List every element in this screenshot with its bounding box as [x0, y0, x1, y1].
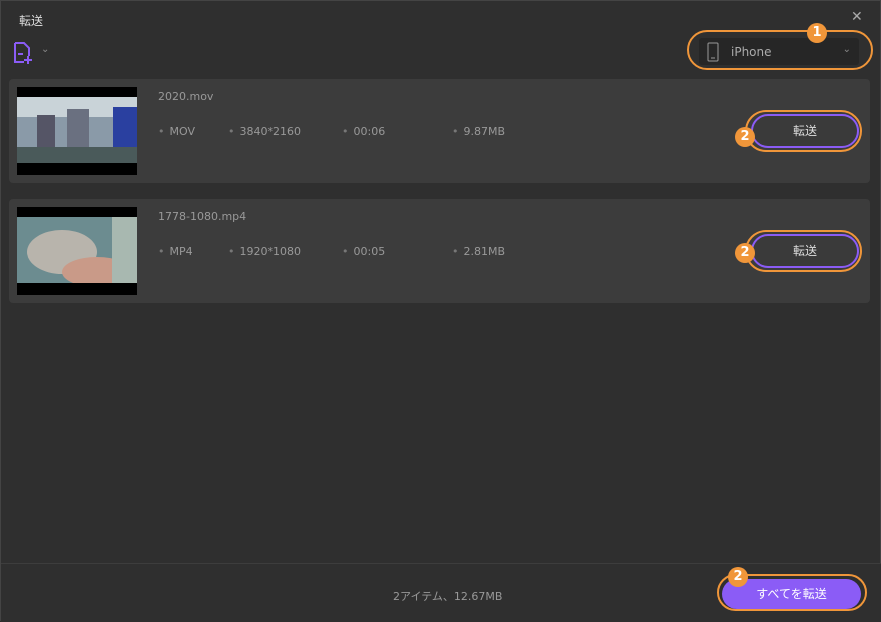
add-file-icon[interactable] — [12, 41, 34, 65]
file-resolution: 1920*1080 — [228, 245, 302, 258]
file-duration: 00:06 — [342, 125, 386, 138]
file-name: 1778-1080.mp4 — [158, 210, 247, 223]
transfer-dialog: 転送 ✕ ⌄ iPhone ⌄ 1 2020.mov MOV 3840*2160… — [0, 0, 881, 622]
file-duration: 00:05 — [342, 245, 386, 258]
summary-text: 2アイテム、12.67MB — [393, 590, 503, 603]
close-icon[interactable]: ✕ — [851, 9, 863, 25]
annotation-badge: 2 — [735, 243, 755, 263]
file-resolution: 3840*2160 — [228, 125, 302, 138]
file-name: 2020.mov — [158, 90, 214, 103]
video-thumbnail — [17, 207, 137, 295]
annotation-ring — [745, 230, 862, 272]
video-thumbnail — [17, 87, 137, 175]
annotation-badge: 1 — [807, 23, 827, 43]
chevron-down-icon[interactable]: ⌄ — [41, 44, 49, 55]
annotation-badge: 2 — [728, 567, 748, 587]
annotation-ring — [745, 110, 862, 152]
file-size: 9.87MB — [452, 125, 506, 138]
annotation-ring — [687, 30, 873, 70]
dialog-title: 転送 — [19, 14, 44, 28]
file-format: MP4 — [158, 245, 193, 258]
file-size: 2.81MB — [452, 245, 506, 258]
annotation-badge: 2 — [735, 127, 755, 147]
file-format: MOV — [158, 125, 195, 138]
